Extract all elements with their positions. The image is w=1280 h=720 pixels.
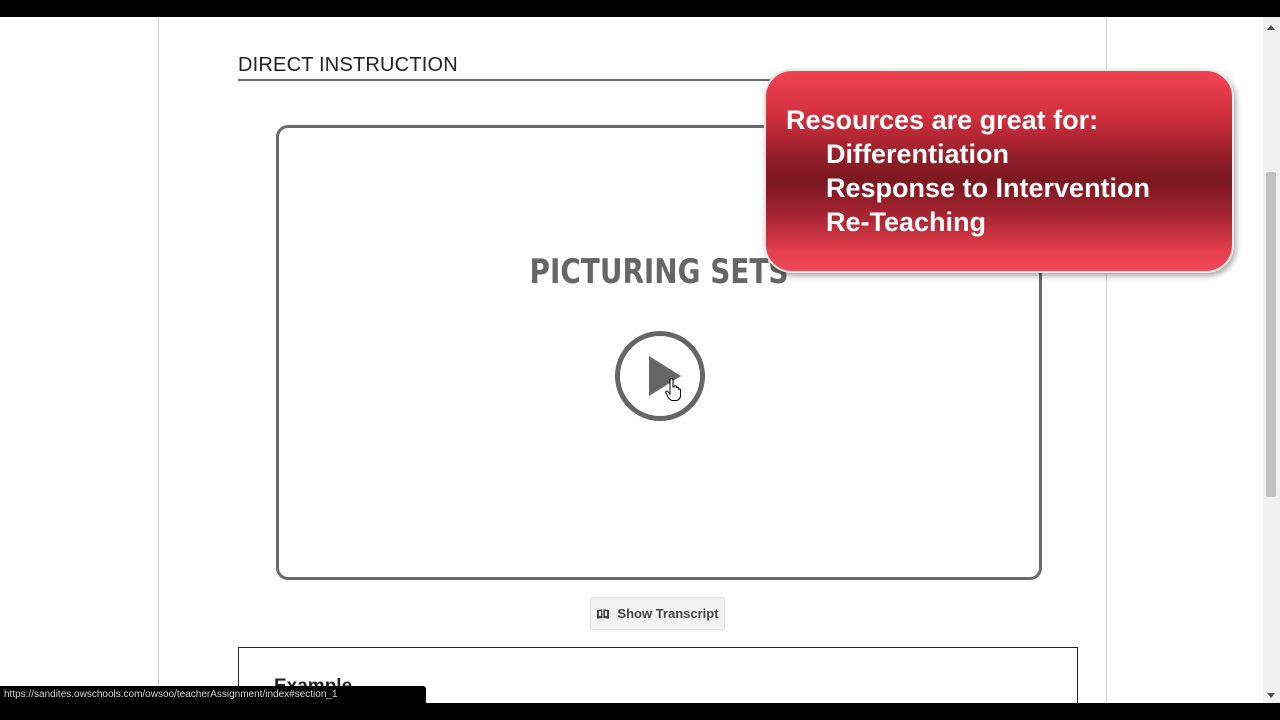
show-transcript-label: Show Transcript [617,606,719,621]
scroll-up-arrow-icon[interactable] [1267,25,1275,30]
browser-bottom-bar [0,703,1280,720]
section-title: DIRECT INSTRUCTION [238,54,458,76]
section-divider [238,79,798,81]
scroll-down-arrow-icon[interactable] [1267,693,1275,698]
vertical-scrollbar[interactable] [1263,17,1280,703]
scrollbar-thumb[interactable] [1266,172,1276,497]
browser-top-bar [0,0,1280,17]
book-icon [597,608,610,619]
resources-callout: Resources are great for: Differentiation… [764,69,1234,273]
hand-cursor-icon [665,378,681,401]
status-bar-url: https://sandites.owschools.com/owsoo/tea… [0,686,426,704]
play-icon [649,356,681,396]
callout-item-differentiation: Differentiation [826,139,1010,169]
show-transcript-button[interactable]: Show Transcript [590,597,725,630]
callout-heading: Resources are great for: [786,105,1099,135]
play-button[interactable] [615,331,705,421]
callout-item-response-to-intervention: Response to Intervention [826,173,1151,203]
callout-item-re-teaching: Re-Teaching [826,207,987,237]
